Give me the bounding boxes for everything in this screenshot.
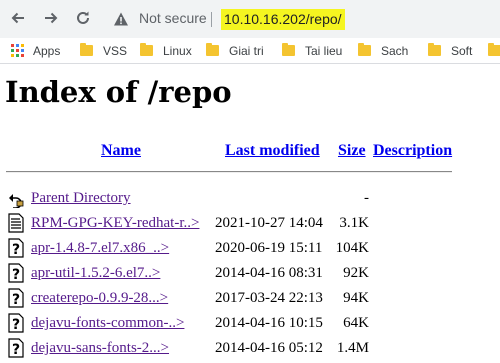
file-modified: 2014-04-16 08:31	[215, 265, 323, 281]
unknown-file-icon: ?	[8, 338, 24, 358]
column-header-description[interactable]: Description	[373, 142, 452, 160]
bookmark-giai-tri[interactable]: Giai tri	[206, 38, 264, 63]
url-text[interactable]: 10.10.16.202/repo/	[221, 9, 345, 30]
svg-text:?: ?	[12, 317, 20, 333]
bookmark-soft[interactable]: Soft	[428, 38, 472, 63]
address-bar[interactable]: Not secure 10.10.16.202/repo/	[101, 4, 500, 34]
file-link[interactable]: apr-util-1.5.2-6.el7..>	[31, 265, 160, 282]
bookmark-label: Sach	[381, 43, 409, 58]
forward-button[interactable]	[40, 7, 62, 29]
address-separator	[211, 12, 212, 27]
unknown-file-icon: ?	[8, 263, 24, 283]
bookmark-overflow[interactable]	[488, 38, 500, 63]
bookmark-linux[interactable]: Linux	[140, 38, 192, 63]
column-header-last-modified[interactable]: Last modified	[225, 142, 320, 160]
file-size: 94K	[343, 290, 369, 306]
file-modified: 2014-04-16 10:15	[215, 315, 323, 331]
apps-grid-icon[interactable]	[11, 44, 24, 57]
folder-icon	[140, 43, 153, 56]
file-link[interactable]: RPM-GPG-KEY-redhat-r..>	[31, 215, 199, 232]
table-row: ? apr-util-1.5.2-6.el7..> 2014-04-16 08:…	[0, 263, 500, 288]
svg-text:?: ?	[12, 292, 20, 308]
file-size: -	[364, 190, 369, 206]
table-row: ? apr-1.4.8-7.el7.x86_..> 2020-06-19 15:…	[0, 238, 500, 263]
parent-directory-icon	[9, 194, 24, 208]
warning-icon[interactable]	[113, 11, 129, 27]
table-row: RPM-GPG-KEY-redhat-r..> 2021-10-27 14:04…	[0, 213, 500, 238]
file-size: 3.1K	[339, 215, 369, 231]
svg-text:?: ?	[12, 242, 20, 258]
folder-icon	[282, 43, 295, 56]
browser-toolbar: Not secure 10.10.16.202/repo/	[0, 0, 500, 38]
table-row: ? createrepo-0.9.9-28...> 2017-03-24 22:…	[0, 288, 500, 313]
folder-icon	[206, 43, 219, 56]
bookmark-label: VSS	[103, 43, 128, 58]
text-file-icon	[8, 213, 24, 233]
folder-icon	[488, 43, 500, 56]
file-link[interactable]: dejavu-fonts-common-..>	[31, 315, 184, 332]
back-button[interactable]	[7, 7, 29, 29]
bookmark-label: Soft	[451, 43, 473, 58]
file-link[interactable]: Parent Directory	[31, 190, 131, 207]
bookmark-label: Tai lieu	[305, 43, 343, 58]
reload-button[interactable]	[72, 7, 94, 29]
column-header-size[interactable]: Size	[338, 142, 366, 160]
table-row: ? dejavu-sans-fonts-2...> 2014-04-16 05:…	[0, 338, 500, 363]
table-row: ? dejavu-fonts-common-..> 2014-04-16 10:…	[0, 313, 500, 338]
file-link[interactable]: dejavu-sans-fonts-2...>	[31, 340, 169, 357]
svg-text:?: ?	[12, 342, 20, 358]
bookmarks-bar: Apps VSS Linux Giai tri Tai lieu Sach So…	[0, 38, 500, 64]
file-size: 92K	[343, 265, 369, 281]
column-header-name[interactable]: Name	[101, 142, 141, 160]
file-modified: 2014-04-16 05:12	[215, 340, 323, 356]
security-status-label[interactable]: Not secure	[139, 10, 207, 26]
file-modified: 2021-10-27 14:04	[215, 215, 323, 231]
bookmark-apps[interactable]: Apps	[33, 38, 60, 63]
bookmark-label: Giai tri	[229, 43, 264, 58]
header-divider	[6, 171, 452, 173]
folder-icon	[358, 43, 371, 56]
unknown-file-icon: ?	[8, 313, 24, 333]
bookmark-sach[interactable]: Sach	[358, 38, 408, 63]
file-link[interactable]: createrepo-0.9.9-28...>	[31, 290, 168, 307]
arrow-right-icon	[45, 12, 58, 24]
file-size: 104K	[335, 240, 369, 256]
bookmark-tai-lieu[interactable]: Tai lieu	[282, 38, 342, 63]
bookmark-vss[interactable]: VSS	[80, 38, 127, 63]
table-row: Parent Directory -	[0, 188, 500, 213]
bookmark-label: Linux	[163, 43, 192, 58]
page-title: Index of /repo	[5, 75, 232, 109]
file-modified: 2017-03-24 22:13	[215, 290, 323, 306]
unknown-file-icon: ?	[8, 238, 24, 258]
file-modified: 2020-06-19 15:11	[215, 240, 323, 256]
unknown-file-icon: ?	[8, 288, 24, 308]
folder-icon	[80, 43, 93, 56]
bookmark-apps-label: Apps	[33, 43, 61, 58]
reload-icon	[77, 11, 89, 24]
svg-text:?: ?	[12, 267, 20, 283]
file-size: 1.4M	[336, 340, 369, 356]
file-size: 64K	[343, 315, 369, 331]
file-link[interactable]: apr-1.4.8-7.el7.x86_..>	[31, 240, 169, 257]
arrow-left-icon	[11, 12, 24, 24]
folder-icon	[428, 43, 441, 56]
